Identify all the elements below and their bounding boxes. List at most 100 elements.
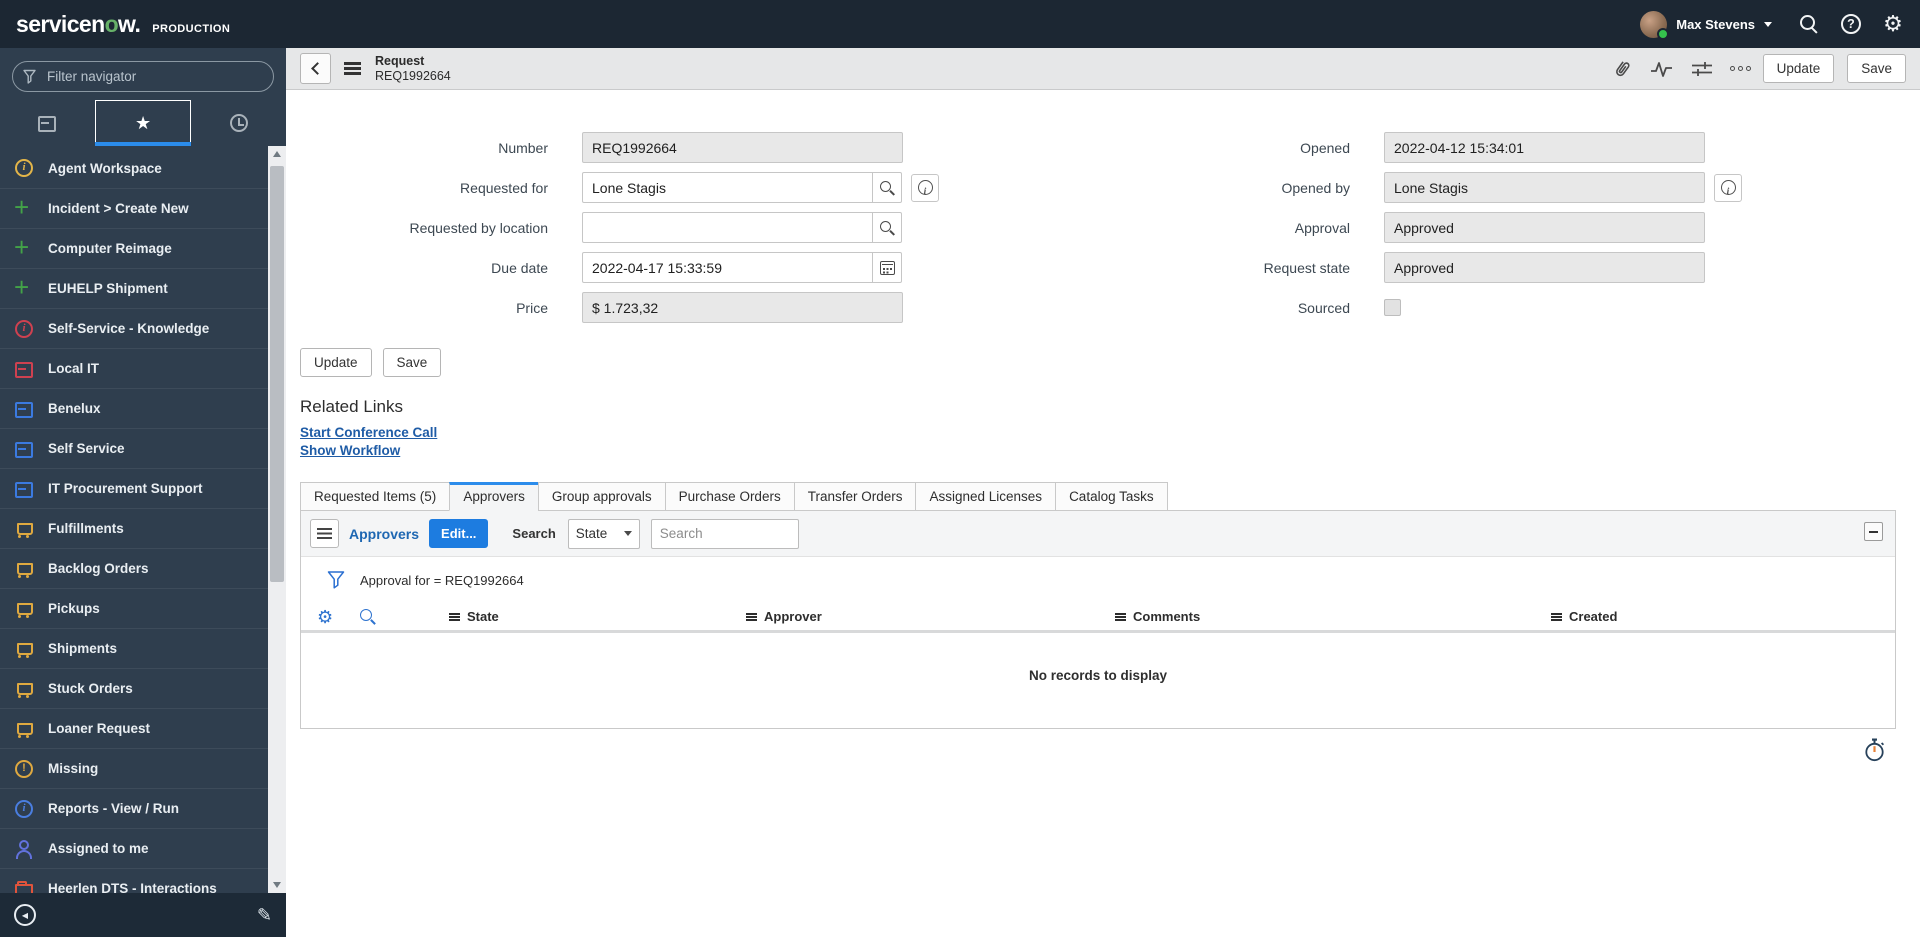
environment-label: PRODUCTION (152, 22, 231, 35)
reference-lookup-button[interactable] (872, 212, 902, 243)
list-search-input[interactable] (650, 518, 799, 549)
star-icon: ★ (134, 112, 152, 133)
column-header-state[interactable]: State (449, 609, 746, 624)
sidebar-scrollbar[interactable] (268, 146, 286, 893)
sidebar-item-computer-reimage[interactable]: Computer Reimage (0, 228, 268, 268)
column-menu-icon (1551, 612, 1562, 621)
sidebar-item-self-service[interactable]: Self Service (0, 428, 268, 468)
collapse-sidebar-icon[interactable] (14, 904, 36, 926)
field-label: Approval (1294, 219, 1350, 236)
sidebar-item-label: Self Service (48, 441, 125, 456)
tab-all-applications[interactable] (0, 100, 95, 146)
funnel-icon[interactable] (327, 570, 345, 590)
attachment-paperclip-icon[interactable] (1612, 58, 1632, 79)
sidebar-item-label: Missing (48, 761, 99, 776)
requested-by-location-field[interactable] (582, 212, 873, 243)
show-workflow-link[interactable]: Show Workflow (300, 443, 400, 458)
tab-purchase-orders[interactable]: Purchase Orders (664, 482, 795, 511)
sidebar-item-shipments[interactable]: Shipments (0, 628, 268, 668)
requested-for-info-button[interactable] (911, 173, 939, 202)
sidebar-item-agent-workspace[interactable]: Agent Workspace (0, 148, 268, 188)
gear-icon[interactable]: ⚙ (1882, 13, 1904, 35)
sidebar-item-local-it[interactable]: Local IT (0, 348, 268, 388)
avatar[interactable] (1640, 10, 1670, 40)
sidebar-item-it-procurement-support[interactable]: IT Procurement Support (0, 468, 268, 508)
more-options-icon[interactable] (1729, 66, 1751, 71)
tab-transfer-orders[interactable]: Transfer Orders (793, 482, 917, 511)
start-conference-call-link[interactable]: Start Conference Call (300, 425, 437, 440)
list-personalize-gear-icon[interactable]: ⚙ (317, 608, 333, 626)
sidebar-item-fulfillments[interactable]: Fulfillments (0, 508, 268, 548)
sidebar-item-benelux[interactable]: Benelux (0, 388, 268, 428)
scroll-up-arrow[interactable] (273, 151, 281, 157)
tab-group-approvals[interactable]: Group approvals (537, 482, 666, 511)
tab-assigned-licenses[interactable]: Assigned Licenses (915, 482, 1057, 511)
search-column-select[interactable]: State (567, 518, 640, 549)
sourced-checkbox (1384, 299, 1401, 316)
sidebar-item-backlog-orders[interactable]: Backlog Orders (0, 548, 268, 588)
chevron-down-icon (1764, 22, 1772, 31)
save-button-bottom[interactable]: Save (382, 348, 442, 377)
edit-button[interactable]: Edit... (429, 519, 489, 548)
sidebar-footer: ✎ (0, 893, 286, 937)
list-context-menu-button[interactable] (310, 519, 339, 548)
sidebar-item-assigned-to-me[interactable]: Assigned to me (0, 828, 268, 868)
sidebar-item-label: Reports - View / Run (48, 801, 180, 816)
sidebar-item-heerlen-dts-interactions[interactable]: Heerlen DTS - Interactions (0, 868, 268, 893)
tab-catalog-tasks[interactable]: Catalog Tasks (1055, 482, 1168, 511)
requested-for-field[interactable] (582, 172, 873, 203)
opened-by-info-button[interactable] (1714, 173, 1742, 202)
record-type-label: Request (375, 54, 425, 68)
search-icon[interactable] (1798, 13, 1820, 35)
sidebar-item-loaner-request[interactable]: Loaner Request (0, 708, 268, 748)
request-form: Number Requested for Requested by locati… (286, 90, 1920, 332)
column-header-comments[interactable]: Comments (1115, 609, 1551, 624)
empty-list-message: No records to display (1028, 668, 1168, 683)
reference-lookup-button[interactable] (872, 172, 902, 203)
list-filter-breadcrumb: Approval for = REQ1992664 (301, 557, 1895, 603)
breadcrumb[interactable]: Approval for = REQ1992664 (360, 573, 524, 588)
user-menu[interactable]: Max Stevens (1640, 10, 1772, 40)
sidebar-item-self-service-knowledge[interactable]: Self-Service - Knowledge (0, 308, 268, 348)
collapse-list-button[interactable] (1864, 522, 1883, 541)
list-header: Approvers Edit... Search State (301, 511, 1895, 557)
search-column-value: State (575, 526, 608, 541)
update-button[interactable]: Update (1762, 54, 1835, 83)
list-title-link[interactable]: Approvers (349, 526, 419, 542)
due-date-field[interactable] (582, 252, 873, 283)
related-list-tabs: Requested Items (5) Approvers Group appr… (300, 482, 1920, 511)
sidebar-item-stuck-orders[interactable]: Stuck Orders (0, 668, 268, 708)
column-search-icon[interactable] (359, 608, 377, 626)
column-header-approver[interactable]: Approver (746, 609, 1115, 624)
box-icon (14, 359, 34, 379)
navigator-tabs: ★ (0, 100, 286, 146)
tab-requested-items[interactable]: Requested Items (5) (300, 482, 451, 511)
sidebar-item-label: Heerlen DTS - Interactions (48, 881, 217, 893)
edit-favorites-pencil-icon[interactable]: ✎ (257, 905, 272, 926)
sidebar-item-label: Agent Workspace (48, 160, 162, 176)
sidebar-item-euhelp-shipment[interactable]: EUHELP Shipment (0, 268, 268, 308)
scrollbar-thumb[interactable] (270, 166, 284, 582)
filter-navigator-input[interactable] (12, 61, 274, 92)
sidebar-item-missing[interactable]: Missing (0, 748, 268, 788)
sidebar-item-pickups[interactable]: Pickups (0, 588, 268, 628)
save-button[interactable]: Save (1847, 54, 1906, 83)
personalize-form-sliders-icon[interactable] (1691, 59, 1713, 79)
column-menu-icon (1115, 612, 1126, 621)
column-header-created[interactable]: Created (1551, 609, 1895, 624)
activity-stream-icon[interactable] (1649, 59, 1674, 79)
calendar-picker-button[interactable] (872, 252, 902, 283)
sidebar-item-incident-create-new[interactable]: Incident > Create New (0, 188, 268, 228)
help-icon[interactable] (1840, 13, 1862, 35)
update-button-bottom[interactable]: Update (300, 348, 372, 377)
response-time-stopwatch-icon[interactable] (1863, 738, 1886, 768)
tab-favorites[interactable]: ★ (94, 100, 192, 146)
back-button[interactable] (300, 53, 331, 84)
sidebar-item-reports-view-run[interactable]: Reports - View / Run (0, 788, 268, 828)
tab-history[interactable] (191, 100, 286, 146)
field-label: Sourced (1297, 299, 1350, 316)
sidebar-item-label: Stuck Orders (48, 681, 133, 696)
form-context-menu-icon[interactable] (344, 62, 362, 75)
tab-approvers[interactable]: Approvers (449, 482, 539, 511)
scroll-down-arrow[interactable] (273, 882, 281, 888)
